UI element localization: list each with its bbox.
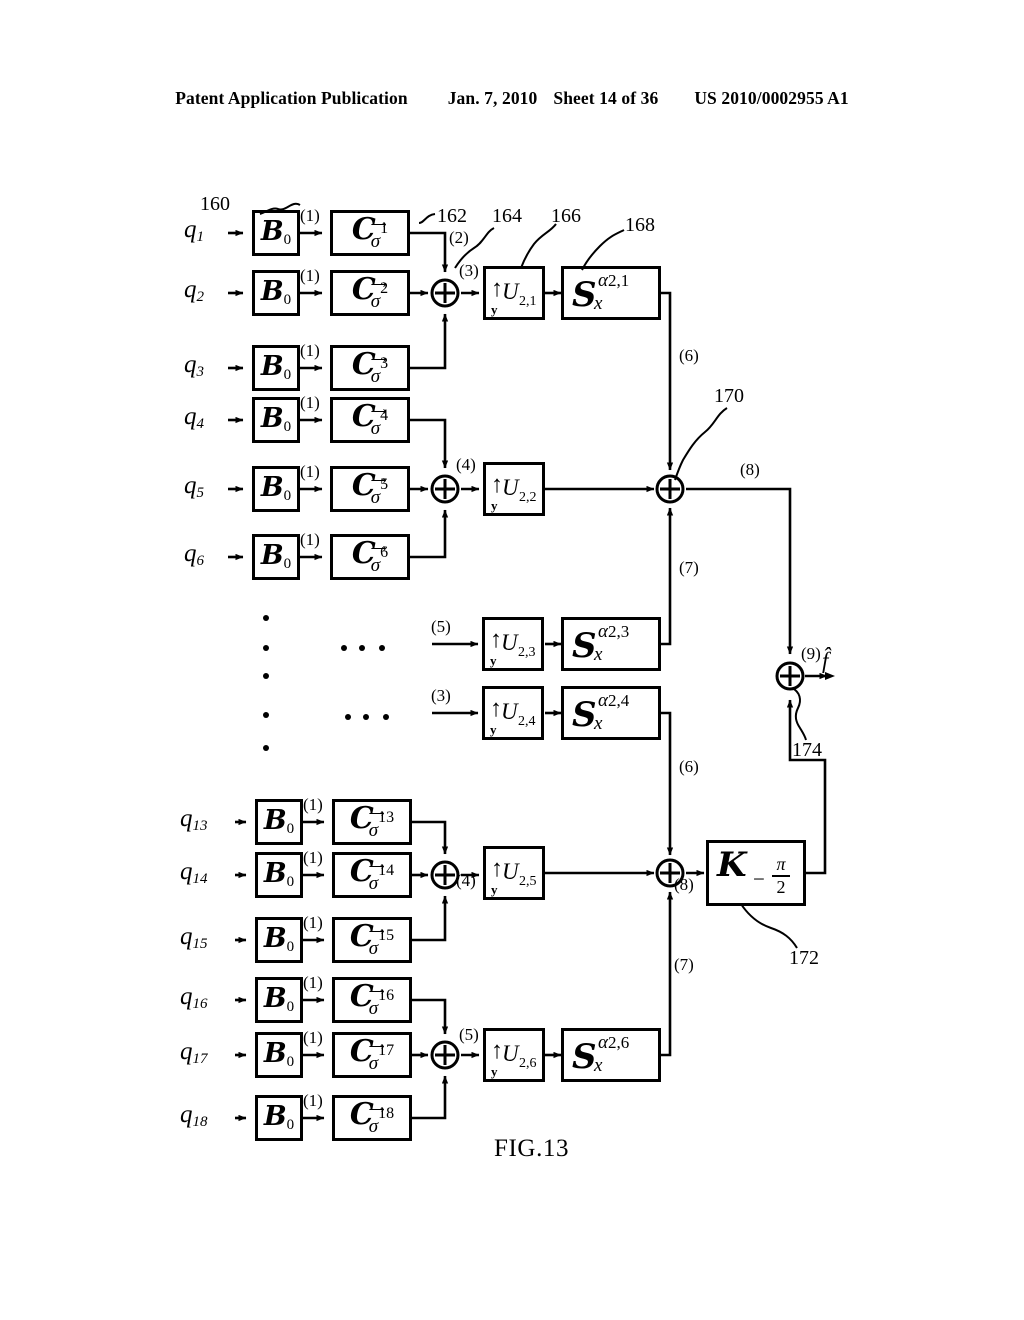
horizontal-ellipsis-1-dot-1 (341, 645, 347, 651)
horizontal-ellipsis-2-dot-1 (345, 714, 351, 720)
reference-170: 170 (714, 385, 744, 407)
leader-170 (674, 407, 728, 481)
signal-label-7-top: (7) (679, 558, 699, 577)
u-block-2-3[interactable]: ↑ y U 2,3 (482, 617, 544, 671)
c-sigma-block-3[interactable]: C ⟶ σ3 (330, 345, 410, 391)
b0-block-16[interactable]: B0 (255, 977, 303, 1023)
c-sigma-block-17[interactable]: C ⟶ σ17 (332, 1032, 412, 1078)
signal-label-1-row15: (1) (303, 913, 323, 932)
b0-block-5[interactable]: B0 (252, 466, 300, 512)
adder-164 (430, 278, 460, 308)
leader-160 (259, 202, 301, 215)
signal-label-1-row5: (1) (300, 462, 320, 481)
adder-group2 (430, 474, 460, 504)
c-sigma-block-14[interactable]: C ⟶ σ14 (332, 852, 412, 898)
c-sigma-block-13[interactable]: C ⟶ σ13 (332, 799, 412, 845)
leader-168 (581, 229, 625, 271)
signal-label-1-row17: (1) (303, 1028, 323, 1047)
leader-162 (418, 213, 436, 224)
b0-block-18[interactable]: B0 (255, 1095, 303, 1141)
signal-label-1-row18: (1) (303, 1091, 323, 1110)
leader-164 (454, 227, 495, 269)
s-block-2-6[interactable]: Sx α2,6 (561, 1028, 661, 1082)
input-label-q3: q3 (184, 351, 204, 380)
u-block-2-5[interactable]: ↑ y U 2,5 (483, 846, 545, 900)
figure-13-diagram: q1 q2 q3 q4 q5 q6 q13 q14 q15 q16 q17 q1… (0, 0, 1024, 1320)
c-sigma-block-1[interactable]: C ⟶ σ1 (330, 210, 410, 256)
vertical-ellipsis-dot-4 (263, 712, 269, 718)
input-label-q1: q1 (184, 216, 204, 245)
c-sigma-block-2[interactable]: C ⟶ σ2 (330, 270, 410, 316)
b0-block-17[interactable]: B0 (255, 1032, 303, 1078)
reference-160: 160 (200, 193, 230, 215)
signal-label-4-u25: (4) (456, 871, 476, 890)
vertical-ellipsis-dot-5 (263, 745, 269, 751)
u-block-2-1[interactable]: ↑ y U 2,1 (483, 266, 545, 320)
c-sigma-block-6[interactable]: C ⟶ σ6 (330, 534, 410, 580)
u-block-2-6[interactable]: ↑ y U 2,6 (483, 1028, 545, 1082)
signal-label-9: (9) (801, 644, 821, 663)
c-sigma-block-18[interactable]: C ⟶ σ18 (332, 1095, 412, 1141)
signal-label-1-row4: (1) (300, 393, 320, 412)
signal-label-8-bottom: (8) (674, 875, 694, 894)
patent-page: Patent Application Publication Jan. 7, 2… (0, 0, 1024, 1320)
input-label-q2: q2 (184, 276, 204, 305)
signal-label-1-row16: (1) (303, 973, 323, 992)
vertical-ellipsis-dot-1 (263, 615, 269, 621)
u-block-2-2[interactable]: ↑ y U 2,2 (483, 462, 545, 516)
b0-block-13[interactable]: B0 (255, 799, 303, 845)
c-sigma-block-5[interactable]: C ⟶ σ5 (330, 466, 410, 512)
vertical-ellipsis-dot-3 (263, 673, 269, 679)
input-label-q4: q4 (184, 403, 204, 432)
signal-label-5-u26: (5) (459, 1025, 479, 1044)
s-block-2-1[interactable]: Sx α2,1 (561, 266, 661, 320)
figure-caption: FIG.13 (494, 1135, 570, 1162)
input-label-q17: q17 (180, 1038, 208, 1067)
b0-block-4[interactable]: B0 (252, 397, 300, 443)
signal-label-1-row14: (1) (303, 848, 323, 867)
input-label-q13: q13 (180, 805, 208, 834)
reference-174: 174 (792, 739, 822, 761)
c-sigma-block-15[interactable]: C ⟶ σ15 (332, 917, 412, 963)
signal-label-1-row3: (1) (300, 341, 320, 360)
leader-174 (791, 687, 807, 741)
horizontal-ellipsis-2-dot-3 (383, 714, 389, 720)
b0-block-2[interactable]: B0 (252, 270, 300, 316)
input-label-q5: q5 (184, 472, 204, 501)
horizontal-ellipsis-2-dot-2 (363, 714, 369, 720)
u-block-2-4[interactable]: ↑ y U 2,4 (482, 686, 544, 740)
signal-label-1-row6: (1) (300, 530, 320, 549)
b0-block-3[interactable]: B0 (252, 345, 300, 391)
input-label-q6: q6 (184, 540, 204, 569)
signal-label-1-row13: (1) (303, 795, 323, 814)
leader-172 (740, 903, 798, 949)
signal-label-6-top: (6) (679, 346, 699, 365)
k-block-172[interactable]: K − π 2 (706, 840, 806, 906)
horizontal-ellipsis-1-dot-3 (379, 645, 385, 651)
signal-label-6-bottom: (6) (679, 757, 699, 776)
adder-group4 (430, 1040, 460, 1070)
input-label-q15: q15 (180, 923, 208, 952)
input-label-q16: q16 (180, 983, 208, 1012)
c-sigma-block-4[interactable]: C ⟶ σ4 (330, 397, 410, 443)
c-sigma-block-16[interactable]: C ⟶ σ16 (332, 977, 412, 1023)
b0-block-15[interactable]: B0 (255, 917, 303, 963)
s-block-2-3[interactable]: Sx α2,3 (561, 617, 661, 671)
horizontal-ellipsis-1-dot-2 (359, 645, 365, 651)
signal-label-5-u23: (5) (431, 617, 451, 636)
input-label-q18: q18 (180, 1101, 208, 1130)
b0-block-14[interactable]: B0 (255, 852, 303, 898)
signal-label-8-top: (8) (740, 460, 760, 479)
signal-label-4-u22: (4) (456, 455, 476, 474)
b0-block-6[interactable]: B0 (252, 534, 300, 580)
signal-label-1-row2: (1) (300, 266, 320, 285)
input-label-q14: q14 (180, 858, 208, 887)
signal-label-7-bottom: (7) (674, 955, 694, 974)
output-f-hat: f̂ (822, 648, 829, 673)
leader-166 (520, 223, 557, 269)
s-block-2-4[interactable]: Sx α2,4 (561, 686, 661, 740)
signal-label-3-u24: (3) (431, 686, 451, 705)
vertical-ellipsis-dot-2 (263, 645, 269, 651)
